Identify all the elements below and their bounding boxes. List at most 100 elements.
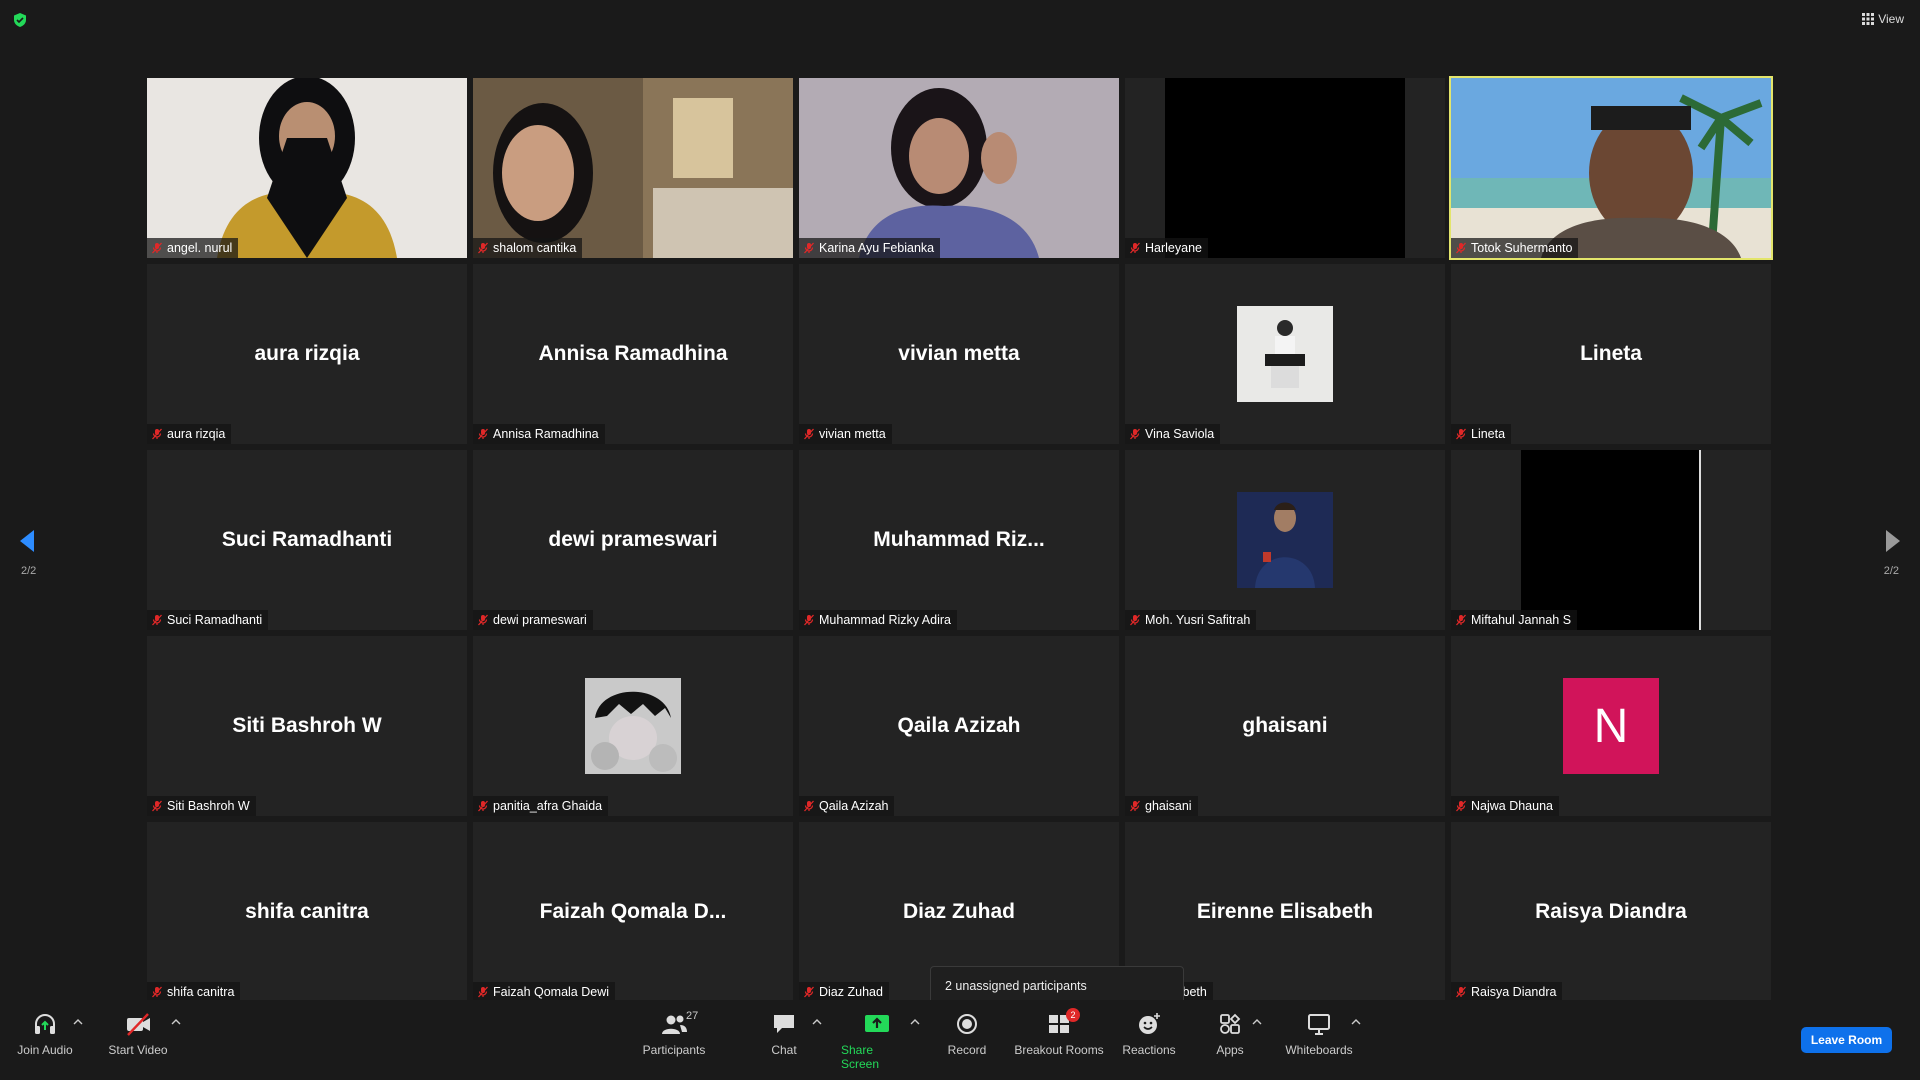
participant-name: Siti Bashroh W — [167, 799, 250, 813]
participant-name: Karina Ayu Febianka — [819, 241, 935, 255]
audio-options-caret-icon[interactable] — [73, 1018, 83, 1026]
participant-tile[interactable]: shifa canitra shifa canitra — [147, 822, 467, 1002]
join-audio-label: Join Audio — [17, 1043, 73, 1057]
share-screen-label: Share Screen — [841, 1043, 880, 1071]
participant-tile[interactable]: panitia_afra Ghaida — [473, 636, 793, 816]
participant-name-tag: Muhammad Rizky Adira — [799, 610, 957, 630]
muted-mic-icon — [478, 614, 488, 626]
participant-display-name: Faizah Qomala D... — [539, 900, 727, 923]
participant-tile[interactable]: Raisya Diandra Raisya Diandra — [1451, 822, 1771, 1002]
participant-tile[interactable]: aura rizqia aura rizqia — [147, 264, 467, 444]
participant-name: Raisya Diandra — [1471, 985, 1557, 999]
apps-icon — [1220, 1013, 1241, 1034]
view-button[interactable]: View — [1862, 12, 1904, 26]
participants-count: 27 — [686, 1010, 699, 1022]
next-page-arrow-icon[interactable] — [1876, 526, 1906, 556]
muted-mic-icon — [1456, 800, 1466, 812]
page-indicator-left: 2/2 — [21, 565, 37, 577]
share-screen-icon — [865, 1015, 889, 1032]
leave-room-label: Leave Room — [1810, 1033, 1883, 1047]
participant-tile[interactable]: Vina Saviola — [1125, 264, 1445, 444]
chat-bubble-icon — [774, 1015, 794, 1033]
participant-tile[interactable]: Totok Suhermanto — [1449, 76, 1773, 260]
participant-tile[interactable]: Moh. Yusri Safitrah — [1125, 450, 1445, 630]
join-audio-button[interactable]: Join Audio — [14, 1010, 76, 1057]
start-video-button[interactable]: Start Video — [108, 1010, 168, 1057]
share-screen-button[interactable]: Share Screen — [841, 1010, 913, 1071]
participant-name: Suci Ramadhanti — [167, 613, 263, 627]
breakout-rooms-button[interactable]: 2 Breakout Rooms — [1014, 1008, 1104, 1057]
muted-mic-icon — [804, 614, 814, 626]
participant-tile[interactable]: Annisa Ramadhina Annisa Ramadhina — [473, 264, 793, 444]
participant-tile[interactable]: dewi prameswari dewi prameswari — [473, 450, 793, 630]
participant-tile[interactable]: N Najwa Dhauna — [1451, 636, 1771, 816]
leave-room-button[interactable]: Leave Room — [1801, 1027, 1892, 1053]
whiteboards-options-caret-icon[interactable] — [1351, 1018, 1361, 1026]
participant-display-name: Annisa Ramadhina — [538, 342, 728, 365]
muted-mic-icon — [152, 242, 162, 254]
muted-mic-icon — [1130, 614, 1140, 626]
tooltip-text: 2 unassigned participants — [945, 979, 1087, 993]
zoom-meeting-window: View 2/2 2/2 angel. nurul shalom cantika K… — [0, 0, 1920, 1080]
muted-mic-icon — [1130, 428, 1140, 440]
muted-mic-icon — [804, 242, 814, 254]
participant-name: Vina Saviola — [1145, 427, 1215, 441]
participant-display-name: vivian metta — [898, 342, 1020, 365]
previous-page-arrow-icon[interactable] — [14, 526, 44, 556]
participant-tile[interactable]: angel. nurul — [147, 78, 467, 258]
participant-name-tag: angel. nurul — [147, 238, 239, 258]
participant-name: Lineta — [1471, 427, 1506, 441]
participant-tile[interactable]: Faizah Qomala D... Faizah Qomala Dewi — [473, 822, 793, 1002]
participant-tile[interactable]: Siti Bashroh W Siti Bashroh W — [147, 636, 467, 816]
participant-display-name: Muhammad Riz... — [873, 528, 1045, 551]
participant-name: ghaisani — [1145, 799, 1192, 813]
muted-mic-icon — [1456, 242, 1466, 254]
record-button[interactable]: Record — [946, 1010, 988, 1057]
participant-name: Annisa Ramadhina — [493, 427, 599, 441]
apps-options-caret-icon[interactable] — [1252, 1018, 1262, 1026]
participant-name-tag: Suci Ramadhanti — [147, 610, 269, 630]
participant-tile[interactable]: Qaila Azizah Qaila Azizah — [799, 636, 1119, 816]
profile-photo — [1237, 492, 1333, 588]
chat-button[interactable]: Chat — [765, 1010, 803, 1057]
muted-mic-icon — [804, 800, 814, 812]
muted-mic-icon — [478, 800, 488, 812]
participant-tile[interactable]: Karina Ayu Febianka — [799, 78, 1119, 258]
participant-tile[interactable]: vivian metta vivian metta — [799, 264, 1119, 444]
breakout-rooms-badge: 2 — [1066, 1008, 1080, 1022]
chat-label: Chat — [771, 1043, 797, 1057]
muted-mic-icon — [478, 242, 488, 254]
muted-mic-icon — [152, 986, 162, 998]
participant-name: Miftahul Jannah S — [1471, 613, 1572, 627]
participant-name: Totok Suhermanto — [1471, 241, 1573, 255]
participant-name: Muhammad Rizky Adira — [819, 613, 951, 627]
participant-name: panitia_afra Ghaida — [493, 799, 603, 813]
chat-options-caret-icon[interactable] — [812, 1018, 822, 1026]
participant-name-tag: Diaz Zuhad — [799, 982, 889, 1002]
participant-name: shalom cantika — [493, 241, 577, 255]
participant-tile[interactable]: Suci Ramadhanti Suci Ramadhanti — [147, 450, 467, 630]
participants-icon — [662, 1015, 687, 1034]
participant-tile[interactable]: shalom cantika — [473, 78, 793, 258]
breakout-rooms-label: Breakout Rooms — [1014, 1043, 1104, 1057]
participant-tile[interactable]: ghaisani ghaisani — [1125, 636, 1445, 816]
share-options-caret-icon[interactable] — [910, 1018, 920, 1026]
participant-name: Qaila Azizah — [819, 799, 889, 813]
video-options-caret-icon[interactable] — [171, 1018, 181, 1026]
participant-tile[interactable]: Harleyane — [1125, 78, 1445, 258]
participant-tile[interactable]: Miftahul Jannah S — [1451, 450, 1771, 630]
reactions-button[interactable]: Reactions — [1122, 1010, 1176, 1057]
participant-name-tag: Lineta — [1451, 424, 1512, 444]
apps-label: Apps — [1216, 1043, 1244, 1057]
muted-mic-icon — [1130, 242, 1140, 254]
muted-mic-icon — [478, 428, 488, 440]
security-shield-icon[interactable] — [12, 12, 28, 28]
participant-display-name: Raisya Diandra — [1535, 900, 1687, 923]
participant-name-tag: shalom cantika — [473, 238, 583, 258]
participant-tile[interactable]: Lineta Lineta — [1451, 264, 1771, 444]
whiteboards-button[interactable]: Whiteboards — [1284, 1010, 1354, 1057]
apps-button[interactable]: Apps — [1215, 1010, 1245, 1057]
participants-button[interactable]: 27 Participants — [641, 1010, 707, 1057]
participant-tile[interactable]: Muhammad Riz... Muhammad Rizky Adira — [799, 450, 1119, 630]
participant-name-tag: Harleyane — [1125, 238, 1208, 258]
